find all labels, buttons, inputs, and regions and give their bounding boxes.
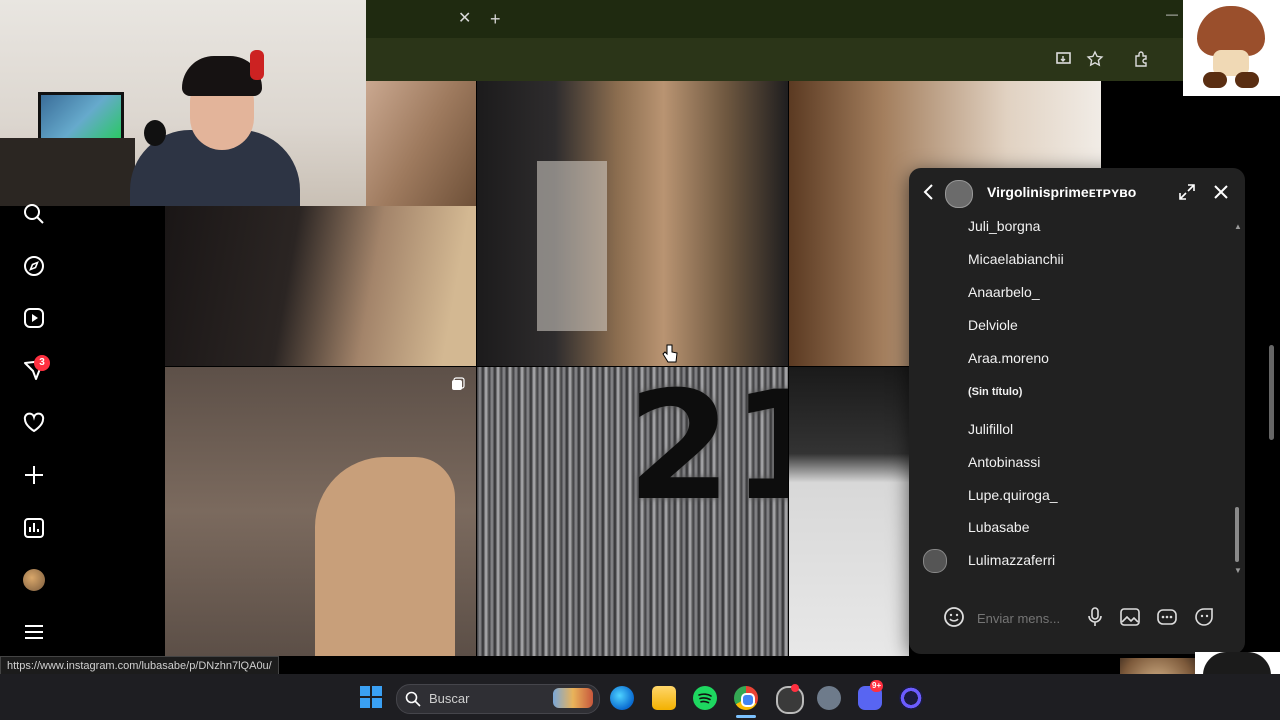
gif-icon[interactable] [1156, 606, 1178, 628]
participant-item[interactable]: Lupe.quiroga_ [968, 487, 1058, 503]
instagram-sidebar: 3 [0, 204, 165, 656]
image-icon[interactable] [1119, 606, 1141, 628]
link-status-bar: https://www.instagram.com/lubasabe/p/DNz… [0, 656, 279, 676]
participant-item[interactable]: Araa.moreno [968, 350, 1049, 366]
close-chat-icon[interactable] [1213, 184, 1229, 200]
edge-icon[interactable] [610, 686, 634, 710]
participant-item[interactable]: Anaarbelo_ [968, 284, 1040, 300]
discord-badge: 9+ [870, 680, 884, 692]
participant-item[interactable]: Lulimazzaferri [968, 552, 1055, 568]
create-icon[interactable] [22, 463, 46, 487]
search-icon[interactable] [22, 202, 46, 226]
taskbar-search[interactable]: Buscar [396, 684, 600, 714]
participant-item[interactable]: (Sin título) [968, 386, 1022, 398]
menu-icon[interactable] [22, 620, 46, 644]
browser-tab-bar: ✕ + — [366, 0, 1280, 38]
bookmark-star-icon[interactable] [1086, 50, 1104, 68]
reels-icon[interactable] [22, 306, 46, 330]
notifications-icon[interactable] [22, 411, 46, 435]
app-circle-icon[interactable] [899, 686, 923, 710]
messages-badge: 3 [34, 355, 50, 371]
spotify-icon[interactable] [693, 686, 717, 710]
file-explorer-icon[interactable] [652, 686, 676, 710]
page-scrollbar[interactable] [1269, 345, 1274, 440]
extensions-icon[interactable] [1133, 50, 1151, 68]
emoji-icon[interactable] [943, 606, 965, 628]
windows-start-icon[interactable] [360, 686, 382, 708]
clock-app-icon[interactable] [776, 684, 804, 714]
decor-image [250, 50, 264, 80]
post-tile[interactable] [789, 367, 909, 656]
scrollbar[interactable]: ▲ ▼ [1234, 222, 1242, 575]
post-tile[interactable]: 21 [477, 367, 788, 656]
explore-icon[interactable] [22, 254, 46, 278]
install-app-icon[interactable] [1055, 50, 1073, 68]
group-chat-panel: Virgolinisprimeᴇᴛᴘʏʙᴏ Juli_borgna Micael… [909, 168, 1245, 654]
message-input[interactable] [975, 607, 1079, 629]
post-tile[interactable] [477, 81, 788, 366]
close-tab-icon[interactable]: ✕ [458, 11, 471, 27]
hand-cursor-icon [662, 344, 678, 363]
participant-item[interactable]: Julifillol [968, 421, 1013, 437]
minimize-window-icon[interactable]: — [1166, 8, 1178, 20]
search-icon [405, 691, 421, 707]
expand-icon[interactable] [1179, 184, 1195, 200]
post-tile[interactable] [366, 81, 476, 206]
participant-item[interactable]: Lubasabe [968, 519, 1030, 535]
insights-icon[interactable] [22, 516, 46, 540]
windows-taskbar [0, 674, 1280, 720]
group-avatar[interactable] [945, 180, 973, 208]
chrome-icon[interactable] [734, 686, 758, 710]
webcam-overlay [0, 0, 366, 206]
active-app-indicator [736, 715, 756, 718]
goomba-sticker [1183, 0, 1280, 96]
participant-item[interactable]: Micaelabianchii [968, 251, 1064, 267]
microphone-icon[interactable] [1085, 606, 1105, 628]
discord-icon[interactable]: 9+ [858, 680, 884, 710]
participant-avatar [923, 549, 947, 573]
headphones-image [144, 120, 166, 146]
participant-item[interactable]: Juli_borgna [968, 218, 1040, 234]
post-tile[interactable] [165, 367, 476, 656]
balloon-number: 21 [627, 367, 788, 534]
settings-gear-icon[interactable] [817, 686, 841, 710]
participant-item[interactable]: Antobinassi [968, 454, 1040, 470]
sticker-icon[interactable] [1193, 606, 1215, 628]
profile-avatar[interactable] [22, 568, 46, 592]
taskbar-search-placeholder: Buscar [429, 691, 470, 706]
carousel-icon [452, 377, 465, 390]
browser-address-bar [366, 38, 1280, 81]
new-tab-icon[interactable]: + [490, 10, 501, 28]
participant-item[interactable]: Delviole [968, 317, 1018, 333]
post-tile[interactable] [165, 206, 476, 366]
chat-title[interactable]: Virgolinisprimeᴇᴛᴘʏʙᴏ [987, 184, 1136, 200]
desk-image [0, 138, 135, 206]
message-composer [931, 596, 1227, 638]
search-highlight-icon [553, 688, 593, 708]
back-arrow-icon[interactable] [921, 183, 937, 201]
